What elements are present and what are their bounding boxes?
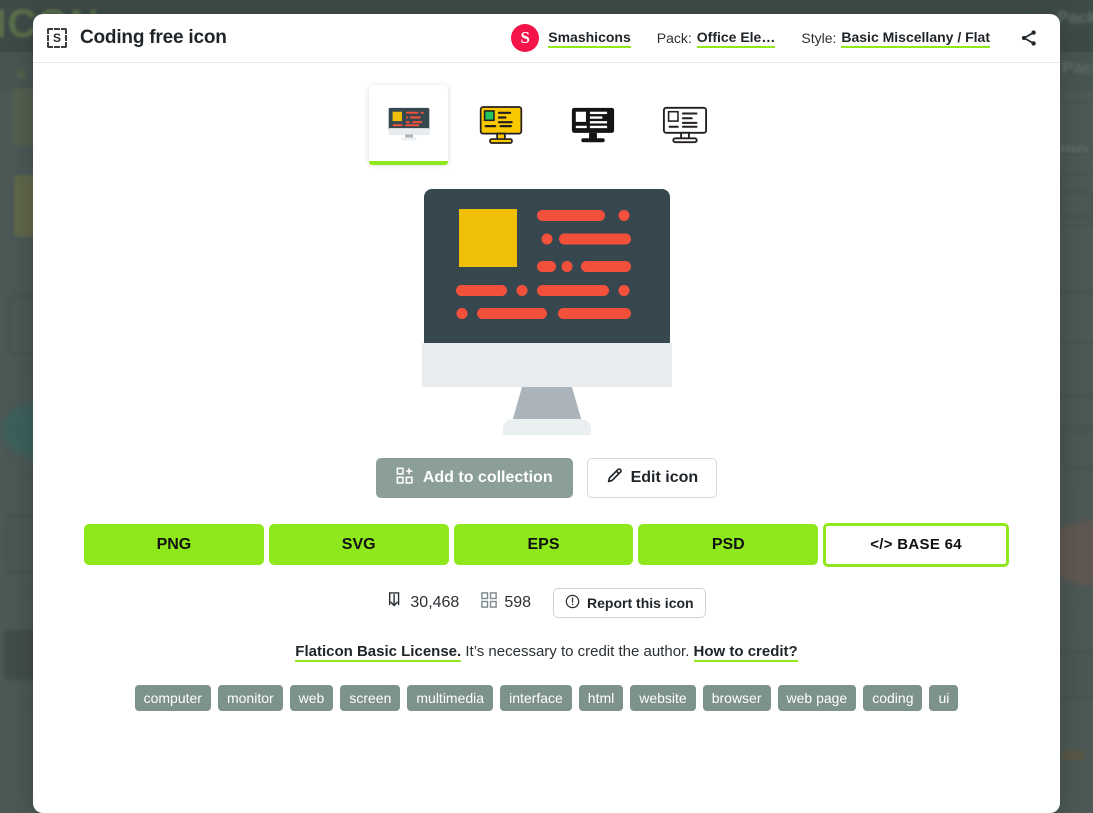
pack-value-link[interactable]: Office Ele… xyxy=(697,29,776,48)
edit-icon-label: Edit icon xyxy=(631,469,699,487)
tag-list: computer monitor web screen multimedia i… xyxy=(33,685,1060,711)
license-text: It’s necessary to credit the author. xyxy=(465,643,689,660)
collections-stat: 598 xyxy=(481,592,531,613)
pack-meta: Pack: Office Ele… xyxy=(657,29,776,48)
thumbnail-yellow[interactable] xyxy=(461,85,540,164)
license-link[interactable]: Flaticon Basic License. xyxy=(295,643,461,662)
tag-item[interactable]: multimedia xyxy=(407,685,493,711)
collections-count: 598 xyxy=(504,594,531,612)
pack-label: Pack: xyxy=(657,30,692,46)
add-to-collection-icon xyxy=(396,467,414,490)
style-meta: Style: Basic Miscellany / Flat xyxy=(801,29,990,48)
thumbnail-flat-color[interactable] xyxy=(369,85,448,164)
download-png-button[interactable]: PNG xyxy=(84,524,264,565)
modal-header-right: S Smashicons Pack: Office Ele… Style: Ba… xyxy=(511,24,1042,52)
style-thumbnail-strip xyxy=(33,85,1060,164)
author-name[interactable]: Smashicons xyxy=(548,29,630,48)
report-label: Report this icon xyxy=(587,595,694,611)
style-label: Style: xyxy=(801,30,836,46)
download-psd-button[interactable]: PSD xyxy=(638,524,818,565)
tag-item[interactable]: interface xyxy=(500,685,572,711)
style-value-link[interactable]: Basic Miscellany / Flat xyxy=(841,29,990,48)
page-title: Coding free icon xyxy=(80,27,227,49)
tag-item[interactable]: coding xyxy=(863,685,922,711)
edit-icon-button[interactable]: Edit icon xyxy=(587,458,718,498)
icon-detail-modal: S Coding free icon S Smashicons Pack: Of… xyxy=(33,14,1060,813)
tag-item[interactable]: html xyxy=(579,685,623,711)
share-icon[interactable] xyxy=(1016,25,1042,51)
smashicons-avatar: S xyxy=(511,24,539,52)
modal-header-left: S Coding free icon xyxy=(47,27,227,49)
report-icon-button[interactable]: Report this icon xyxy=(553,588,706,618)
thumbnail-black-glyph[interactable] xyxy=(553,85,632,164)
tag-item[interactable]: browser xyxy=(703,685,771,711)
tag-item[interactable]: ui xyxy=(929,685,958,711)
avatar-letter: S xyxy=(521,28,530,48)
icon-stats: 30,468 598 xyxy=(33,588,1060,618)
modal-body: Add to collection Edit icon PNG SVG EPS … xyxy=(33,63,1060,711)
download-eps-button[interactable]: EPS xyxy=(454,524,634,565)
add-to-collection-label: Add to collection xyxy=(423,469,553,487)
pencil-icon xyxy=(606,467,623,489)
collections-icon xyxy=(481,592,497,613)
coding-monitor-icon xyxy=(419,189,675,435)
downloads-count: 30,468 xyxy=(410,594,459,612)
download-base64-button[interactable]: </> BASE 64 xyxy=(823,523,1009,567)
license-line: Flaticon Basic License. It’s necessary t… xyxy=(33,643,1060,660)
add-to-collection-button[interactable]: Add to collection xyxy=(376,458,573,498)
thumbnail-line[interactable] xyxy=(645,85,724,164)
downloads-stat: 30,468 xyxy=(387,592,459,614)
action-buttons: Add to collection Edit icon xyxy=(33,458,1060,498)
dashed-square-letter: S xyxy=(53,31,61,45)
download-icon xyxy=(387,592,403,614)
tag-item[interactable]: web xyxy=(290,685,334,711)
tag-item[interactable]: computer xyxy=(135,685,211,711)
alert-circle-icon xyxy=(565,594,580,612)
tag-item[interactable]: website xyxy=(630,685,695,711)
how-to-credit-link[interactable]: How to credit? xyxy=(694,643,798,662)
download-svg-button[interactable]: SVG xyxy=(269,524,449,565)
dashed-square-s-icon: S xyxy=(47,28,67,48)
tag-item[interactable]: monitor xyxy=(218,685,283,711)
tag-item[interactable]: screen xyxy=(340,685,400,711)
icon-preview xyxy=(33,182,1060,442)
modal-header: S Coding free icon S Smashicons Pack: Of… xyxy=(33,14,1060,63)
download-format-buttons: PNG SVG EPS PSD </> BASE 64 xyxy=(33,524,1060,567)
tag-item[interactable]: web page xyxy=(778,685,857,711)
author-link[interactable]: S Smashicons xyxy=(511,24,630,52)
